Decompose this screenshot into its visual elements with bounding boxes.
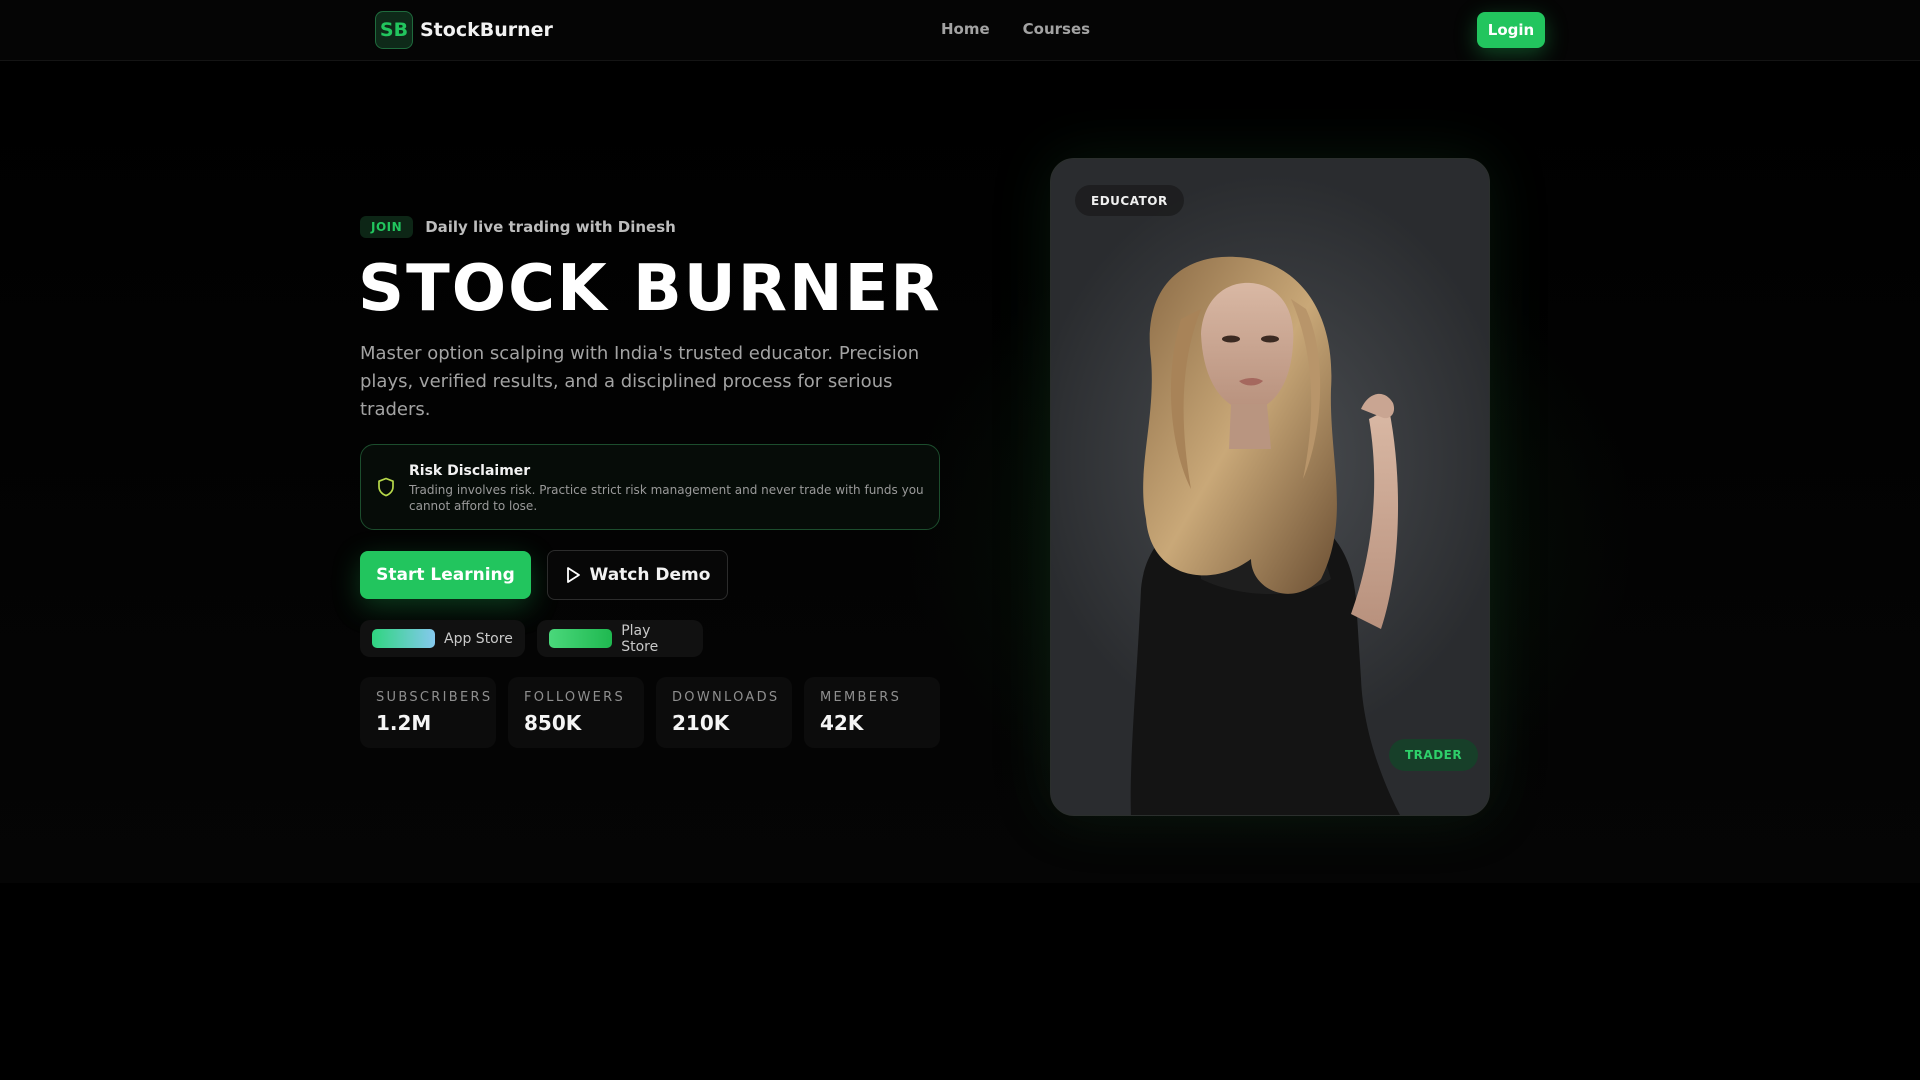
brand-name: StockBurner	[420, 19, 553, 41]
top-nav: SB StockBurner Home Courses Login	[0, 0, 1920, 61]
nav-link-home[interactable]: Home	[941, 20, 990, 38]
educator-badge: EDUCATOR	[1075, 185, 1184, 216]
disclaimer-body: Trading involves risk. Practice strict r…	[409, 483, 924, 513]
stat-label: FOLLOWERS	[524, 690, 626, 705]
stat-value: 42K	[820, 711, 864, 735]
login-button[interactable]: Login	[1477, 12, 1545, 48]
risk-disclaimer: Risk Disclaimer Trading involves risk. P…	[360, 444, 940, 530]
shield-icon	[378, 477, 394, 497]
stat-downloads: DOWNLOADS 210K	[656, 677, 792, 748]
hero-description: Master option scalping with India's trus…	[360, 343, 920, 420]
stat-followers: FOLLOWERS 850K	[508, 677, 644, 748]
stat-value: 210K	[672, 711, 730, 735]
stat-label: SUBSCRIBERS	[376, 690, 493, 705]
app-store-button[interactable]: App Store	[360, 620, 525, 657]
join-badge: JOIN	[360, 216, 414, 238]
hero-section: JOIN Daily live trading with Dinesh	[0, 61, 1920, 883]
nav-links: Home Courses	[941, 20, 1090, 38]
watch-demo-button[interactable]: Watch Demo	[547, 550, 728, 600]
start-learning-button[interactable]: Start Learning	[360, 551, 531, 599]
hero-title: STOCK BURNER	[358, 252, 942, 326]
educator-photo-card: EDUCATOR TRADER	[1050, 158, 1490, 816]
logo[interactable]: SB StockBurner	[375, 11, 553, 49]
app-store-icon	[372, 629, 435, 648]
stat-label: MEMBERS	[820, 690, 902, 705]
stat-value: 850K	[524, 711, 582, 735]
play-store-button[interactable]: Play Store	[537, 620, 703, 657]
watch-demo-label: Watch Demo	[589, 565, 711, 585]
stat-members: MEMBERS 42K	[804, 677, 940, 748]
nav-link-courses[interactable]: Courses	[1023, 20, 1090, 38]
educator-portrait	[1130, 256, 1400, 815]
stat-subscribers: SUBSCRIBERS 1.2M	[360, 677, 496, 748]
play-store-icon	[549, 629, 613, 648]
trader-badge: TRADER	[1389, 739, 1479, 771]
stat-label: DOWNLOADS	[672, 690, 780, 705]
disclaimer-title: Risk Disclaimer	[409, 463, 531, 479]
stats-row: SUBSCRIBERS 1.2M FOLLOWERS 850K DOWNLOAD…	[360, 677, 940, 748]
logo-mark: SB	[375, 11, 413, 49]
play-icon	[566, 567, 580, 583]
join-row: JOIN Daily live trading with Dinesh	[360, 216, 676, 238]
play-store-label: Play Store	[621, 622, 659, 655]
stat-value: 1.2M	[376, 711, 432, 735]
join-text: Daily live trading with Dinesh	[425, 218, 676, 236]
app-store-label: App Store	[444, 630, 513, 647]
